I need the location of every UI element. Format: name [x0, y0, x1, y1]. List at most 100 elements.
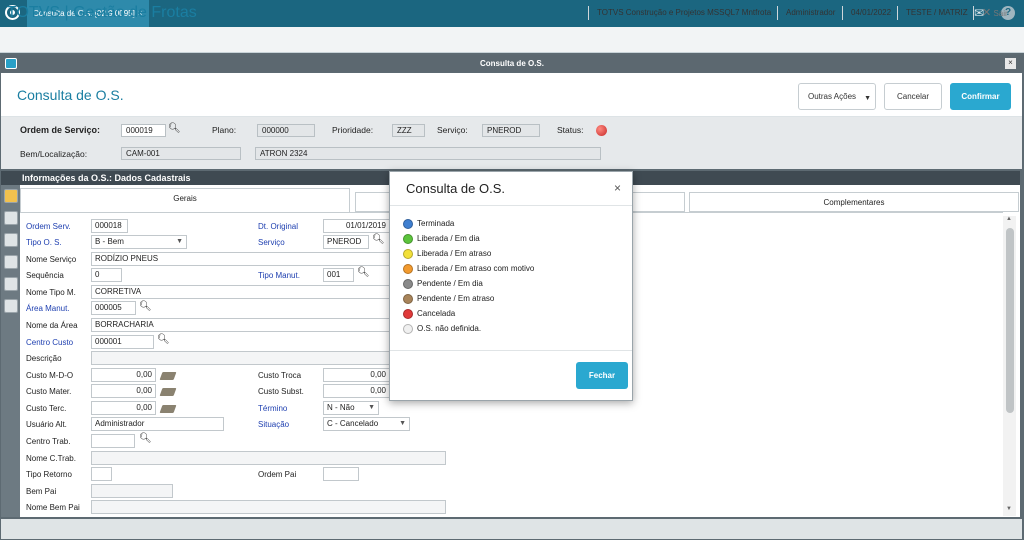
scrollbar-thumb[interactable]	[1006, 228, 1014, 413]
priority-label: Prioridade:	[332, 125, 374, 135]
status-dot-icon	[403, 279, 413, 289]
situacao-label: Situação	[258, 420, 290, 429]
nome-bem-pai-field	[91, 500, 446, 514]
status-indicator	[596, 125, 607, 136]
centro-custo-label: Centro Custo	[26, 338, 74, 347]
tab-complementares[interactable]: Complementares	[689, 192, 1019, 212]
dt-original-field[interactable]: 01/01/2019	[323, 219, 389, 233]
folder-icon[interactable]	[4, 189, 18, 203]
legend-item: Pendente / Em dia	[403, 279, 483, 289]
document-icon[interactable]	[4, 211, 18, 225]
fechar-button[interactable]: Fechar	[576, 362, 628, 389]
bem-pai-label: Bem Pai	[26, 487, 57, 496]
custo-troca-field[interactable]: 0,00	[323, 368, 389, 382]
custo-terc-label: Custo Terc.	[26, 404, 67, 413]
termino-select[interactable]: N - Não	[323, 401, 379, 415]
area-manut-field[interactable]: 000005	[91, 301, 136, 315]
search-icon[interactable]: 🔍︎	[168, 123, 181, 134]
search-icon[interactable]: 🔍︎	[357, 267, 370, 278]
other-actions-button[interactable]: Outras Ações ▼	[798, 83, 876, 110]
search-icon[interactable]: 🔍︎	[139, 433, 152, 444]
tipo-retorno-field[interactable]	[91, 467, 112, 481]
status-bar	[1, 519, 1022, 539]
tab-gerais[interactable]: Gerais	[20, 188, 350, 212]
status-dot-icon	[403, 324, 413, 334]
legend-item: Liberada / Em atraso	[403, 249, 491, 259]
user-info: Administrador	[777, 6, 843, 20]
termino-label: Término	[258, 404, 288, 413]
situacao-select[interactable]: C - Cancelado	[323, 417, 410, 431]
custo-mater-label: Custo Mater.	[26, 387, 72, 396]
status-dot-icon	[403, 264, 413, 274]
sequencia-field[interactable]: 0	[91, 268, 122, 282]
money-icon[interactable]	[159, 388, 177, 396]
legend-item: Liberada / Em dia	[403, 234, 480, 244]
os-label: Ordem de Serviço:	[20, 125, 101, 135]
money-icon[interactable]	[159, 405, 177, 413]
status-dot-icon	[403, 249, 413, 259]
priority-field[interactable]: ZZZ	[392, 124, 425, 137]
legend-label: Liberada / Em dia	[417, 234, 480, 244]
window-close-button[interactable]: ×	[1005, 58, 1016, 69]
asset-field[interactable]: CAM-001	[121, 147, 241, 160]
app-brand: TOTVS | Gestão de Frotas	[7, 4, 197, 21]
date-info: 04/01/2022	[842, 6, 899, 20]
servico-label: Serviço	[258, 238, 285, 247]
search-icon[interactable]: 🔍︎	[157, 334, 170, 345]
tipo-os-select[interactable]: B - Bem	[91, 235, 187, 249]
tipo-retorno-label: Tipo Retorno	[26, 470, 72, 479]
tools-icon[interactable]	[4, 233, 18, 247]
truck-icon[interactable]	[4, 255, 18, 269]
custo-troca-label: Custo Troca	[258, 371, 302, 380]
confirm-button[interactable]: Confirmar	[950, 83, 1011, 110]
other-actions-label: Outras Ações	[808, 92, 857, 101]
custo-subst-field[interactable]: 0,00	[323, 384, 389, 398]
person-icon[interactable]	[4, 299, 18, 313]
centro-trab-field[interactable]	[91, 434, 135, 448]
dialog-title: Consulta de O.S.	[406, 181, 505, 196]
os-field[interactable]: 000019	[121, 124, 166, 137]
section-bar-left	[1, 171, 20, 185]
status-dot-icon	[403, 234, 413, 244]
legend-label: O.S. não definida.	[417, 324, 482, 334]
legend-label: Pendente / Em atraso	[417, 294, 495, 304]
exit-button[interactable]: ✕ Sair	[973, 6, 1016, 20]
asset-label: Bem/Localização:	[20, 149, 88, 159]
service-field[interactable]: PNEROD	[482, 124, 540, 137]
custo-mater-field[interactable]: 0,00	[91, 384, 156, 398]
scroll-up-icon[interactable]: ▲	[1006, 216, 1012, 222]
plan-field[interactable]: 000000	[257, 124, 315, 137]
branch-info: TESTE / MATRIZ	[897, 6, 976, 20]
servico-field[interactable]: PNEROD	[323, 235, 369, 249]
tipo-manut-field[interactable]: 001	[323, 268, 354, 282]
window-title: Consulta de O.S.	[0, 55, 1024, 72]
ordem-serv-field[interactable]: 000018	[91, 219, 128, 233]
service-label: Serviço:	[437, 125, 468, 135]
descricao-field[interactable]	[91, 351, 391, 365]
nome-bem-pai-label: Nome Bem Pai	[26, 503, 80, 512]
money-icon[interactable]	[159, 372, 177, 380]
legend-label: Cancelada	[417, 309, 456, 319]
ordem-pai-label: Ordem Pai	[258, 470, 297, 479]
legend-item: Pendente / Em atraso	[403, 294, 494, 304]
asset-desc-field: ATRON 2324	[255, 147, 601, 160]
dt-original-label: Dt. Original	[258, 222, 299, 231]
cancel-button[interactable]: Cancelar	[884, 83, 942, 110]
centro-trab-label: Centro Trab.	[26, 437, 71, 446]
scroll-down-icon[interactable]: ▼	[1006, 506, 1012, 512]
centro-custo-field[interactable]: 000001	[91, 335, 154, 349]
nome-tipo-m-label: Nome Tipo M.	[26, 288, 76, 297]
legend-label: Liberada / Em atraso com motivo	[417, 264, 535, 274]
brand-bar	[0, 27, 1024, 53]
calendar-icon[interactable]	[4, 277, 18, 291]
custo-mdo-field[interactable]: 0,00	[91, 368, 156, 382]
ordem-pai-field[interactable]	[323, 467, 359, 481]
sequencia-label: Sequência	[26, 271, 64, 280]
custo-mdo-label: Custo M-D-O	[26, 371, 74, 380]
search-icon[interactable]: 🔍︎	[372, 234, 385, 245]
search-icon[interactable]: 🔍︎	[139, 301, 152, 312]
dialog-close-icon[interactable]: ×	[614, 181, 621, 195]
window-menu-icon[interactable]	[5, 58, 17, 69]
custo-terc-field[interactable]: 0,00	[91, 401, 156, 415]
legend-label: Pendente / Em dia	[417, 279, 483, 289]
